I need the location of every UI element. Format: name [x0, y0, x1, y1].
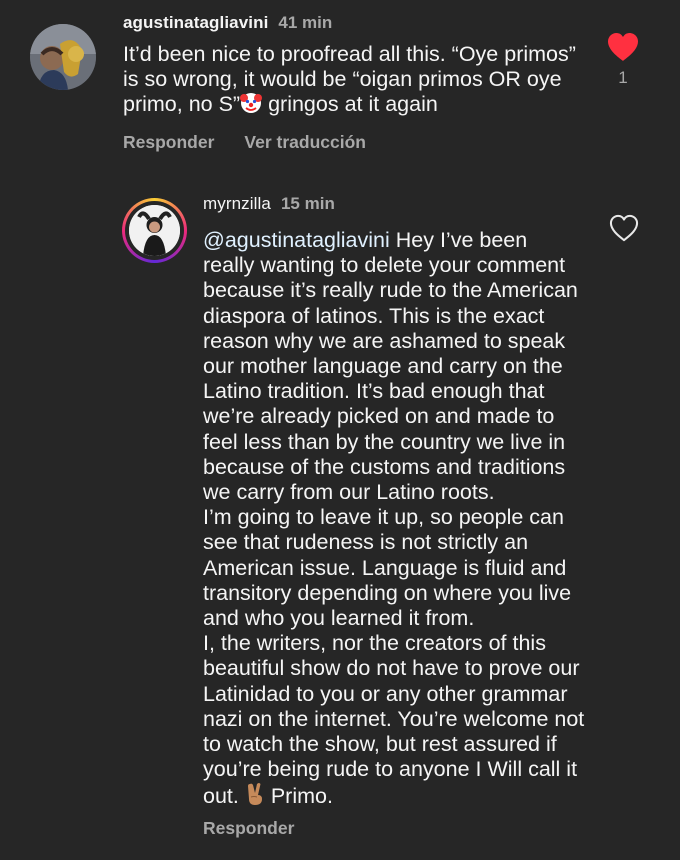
like-count: 1	[618, 68, 628, 87]
comment-line: Latinidad to you or any other grammar	[203, 681, 568, 706]
comment-agustinatagliavini: agustinatagliavini 41 min It’d been nice …	[0, 0, 680, 170]
timestamp: 41 min	[278, 13, 333, 32]
like-control: 1	[606, 32, 640, 88]
comment-text: It’d been nice to proofread all this. “O…	[123, 42, 593, 121]
comment-line: to watch the show, but rest assured if	[203, 732, 557, 757]
comment-line: Hey I’ve been	[389, 228, 528, 252]
comment-line: see that rudeness is not strictly an	[203, 530, 529, 555]
like-control	[608, 214, 640, 242]
mention-link[interactable]: @agustinatagliavini	[203, 228, 390, 252]
avatar-photo	[129, 205, 180, 256]
comment-line: reason why we are ashamed to speak	[203, 328, 566, 353]
comment-line: we’re already picked on and made to	[203, 404, 555, 429]
comment-line: Latino tradition. It’s bad enough that	[203, 379, 545, 404]
avatar	[129, 205, 180, 256]
comment-line: transitory depending on where you live	[203, 580, 572, 605]
comment-line: we carry from our Latino roots.	[203, 480, 495, 505]
comment-line: because of the customs and traditions	[203, 454, 566, 479]
comment-line: primo, no S”	[123, 92, 241, 117]
comment-actions: Responder	[203, 818, 294, 839]
reply-button[interactable]: Responder	[203, 818, 294, 838]
reply-comment-myrnzilla: myrnzilla 15 min @agustinatagliavini Hey …	[0, 180, 680, 860]
comment-actions: Responder Ver traducción	[123, 132, 366, 153]
clown-face-emoji	[240, 92, 263, 120]
see-translation-button[interactable]: Ver traducción	[244, 132, 366, 152]
comment-text: @agustinatagliavini Hey I’ve been really…	[203, 228, 603, 813]
comment-line: It’d been nice to proofread all this. “O…	[123, 42, 576, 66]
comment-line: you’re being rude to anyone I Will call …	[203, 757, 578, 782]
comment-line: gringos at it again	[262, 92, 438, 117]
comment-line: out.	[203, 784, 245, 809]
comment-line: Primo.	[264, 784, 333, 809]
victory-hand-emoji	[245, 782, 265, 812]
comment-line: I, the writers, nor the creators of this	[203, 631, 546, 656]
comment-line: American issue. Language is fluid and	[203, 555, 567, 580]
comment-line: our mother language and carry on the	[203, 354, 563, 379]
heart-outline-icon[interactable]	[609, 214, 639, 242]
comment-line: is so wrong, it would be “oigan primos O…	[123, 67, 562, 92]
username[interactable]: agustinatagliavini	[123, 13, 268, 32]
comment-line: diaspora of latinos. This is the exact	[203, 303, 545, 328]
comment-line: and who you learned it from.	[203, 606, 475, 631]
comment-line: beautiful show do not have to prove our	[203, 656, 580, 681]
avatar[interactable]	[30, 24, 96, 90]
reply-button[interactable]: Responder	[123, 132, 214, 152]
timestamp: 15 min	[280, 194, 335, 213]
comment-line: really wanting to delete your comment	[203, 253, 566, 278]
username[interactable]: myrnzilla	[203, 194, 271, 213]
heart-filled-icon[interactable]	[607, 32, 639, 62]
avatar-story-ring[interactable]	[122, 198, 187, 263]
avatar-photo	[30, 24, 96, 90]
comment-line: I’m going to leave it up, so people can	[203, 505, 564, 530]
comment-header: agustinatagliavini 41 min	[123, 13, 332, 33]
comment-line: nazi on the internet. You’re welcome not	[203, 706, 585, 731]
comment-header: myrnzilla 15 min	[203, 194, 335, 214]
comment-line: because it’s really rude to the American	[203, 278, 578, 303]
comment-line: feel less than by the country we live in	[203, 429, 566, 454]
